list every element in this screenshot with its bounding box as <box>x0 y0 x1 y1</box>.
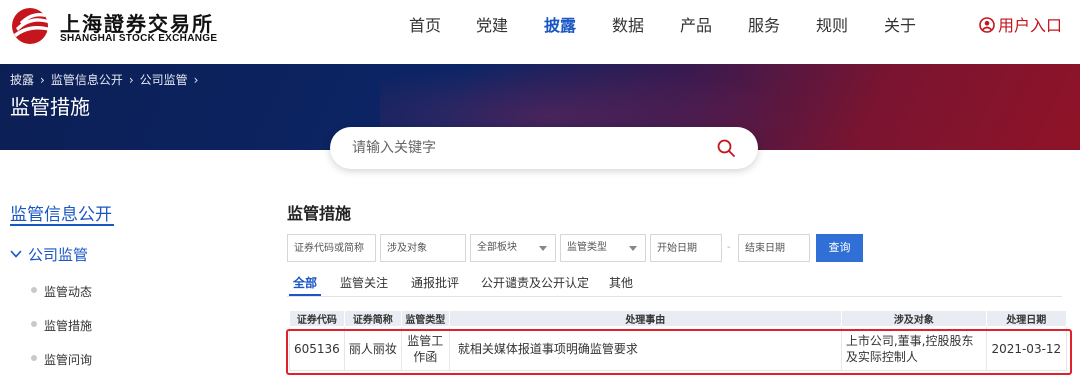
end-date-field[interactable]: - <box>727 234 810 262</box>
bullet-icon <box>31 355 37 361</box>
tab-regulatory-attention[interactable]: 监管关注 <box>340 274 388 291</box>
sidebar-item-regulatory-inquiries[interactable]: 监管问询 <box>44 351 92 368</box>
sidebar-group-label: 公司监管 <box>28 246 89 264</box>
date-range-separator: - <box>727 242 731 253</box>
start-date-field[interactable] <box>650 234 722 262</box>
tab-circulated-criticism[interactable]: 通报批评 <box>411 274 459 291</box>
site-header: 上海證券交易所 SHANGHAI STOCK EXCHANGE 首页 党建 披露… <box>0 0 1080 64</box>
cell-type: 监管工作函 <box>400 326 450 371</box>
cell-code: 605136 <box>289 326 345 371</box>
col-header-abbr: 证券简称 <box>343 310 402 327</box>
cell-reason[interactable]: 就相关媒体报道事项明确监管要求 <box>448 326 842 371</box>
col-header-date: 处理日期 <box>985 310 1067 327</box>
col-header-target: 涉及对象 <box>840 310 987 327</box>
chevron-down-icon <box>10 250 22 258</box>
query-button[interactable]: 查询 <box>816 234 863 262</box>
user-login-label: 用户入口 <box>998 16 1063 35</box>
section-title: 监管措施 <box>287 204 352 223</box>
end-date-input[interactable] <box>745 235 809 261</box>
breadcrumb-regulatory-info[interactable]: 监管信息公开 <box>51 71 123 88</box>
board-select[interactable]: 全部板块 <box>470 234 556 262</box>
tab-all[interactable]: 全部 <box>293 274 317 291</box>
breadcrumb: 披露 › 监管信息公开 › 公司监管 › <box>10 71 204 88</box>
target-input[interactable] <box>387 235 465 261</box>
page-title: 监管措施 <box>10 95 90 119</box>
user-login-link[interactable]: 用户入口 <box>979 12 1062 36</box>
nav-home[interactable]: 首页 <box>409 12 441 36</box>
col-header-reason: 处理事由 <box>448 310 842 327</box>
board-select-value: 全部板块 <box>477 242 517 253</box>
sidebar-item-regulatory-measures[interactable]: 监管措施 <box>44 317 92 334</box>
search-icon[interactable] <box>716 138 736 158</box>
cell-abbr: 丽人丽妆 <box>343 326 402 371</box>
nav-party[interactable]: 党建 <box>476 12 508 36</box>
user-circle-icon <box>979 17 995 33</box>
chevron-right-icon: › <box>40 73 45 87</box>
measures-table: 证券代码 证券简称 监管类型 处理事由 涉及对象 处理日期 605136 丽人丽… <box>289 310 1067 371</box>
nav-services[interactable]: 服务 <box>748 12 780 36</box>
start-date-input[interactable] <box>657 235 721 261</box>
type-select-value: 监管类型 <box>567 242 607 253</box>
sse-logo[interactable]: 上海證券交易所 SHANGHAI STOCK EXCHANGE <box>10 6 220 48</box>
logo-english-name: SHANGHAI STOCK EXCHANGE <box>60 33 218 44</box>
cell-date: 2021-03-12 <box>985 326 1067 371</box>
chevron-right-icon: › <box>193 73 199 87</box>
caret-down-icon <box>629 246 637 251</box>
cell-target: 上市公司,董事,控股股东及实际控制人 <box>840 326 987 371</box>
security-code-input[interactable] <box>294 235 375 261</box>
tabs-divider <box>287 296 1062 297</box>
nav-about[interactable]: 关于 <box>884 12 916 36</box>
security-code-field[interactable] <box>287 234 376 262</box>
tab-public-censure[interactable]: 公开谴责及公开认定 <box>481 274 589 291</box>
sidebar-title-underline <box>10 224 114 226</box>
caret-down-icon <box>539 246 547 251</box>
nav-products[interactable]: 产品 <box>680 12 712 36</box>
chevron-right-icon: › <box>128 73 134 87</box>
keyword-search-box <box>330 127 758 169</box>
sidebar-item-regulatory-news[interactable]: 监管动态 <box>44 283 92 300</box>
bullet-icon <box>31 321 37 327</box>
table-row[interactable]: 605136 丽人丽妆 监管工作函 就相关媒体报道事项明确监管要求 上市公司,董… <box>289 326 1067 371</box>
table-header-row: 证券代码 证券简称 监管类型 处理事由 涉及对象 处理日期 <box>289 310 1067 327</box>
keyword-search-input[interactable] <box>352 138 692 158</box>
col-header-code: 证券代码 <box>289 310 345 327</box>
breadcrumb-company-supervision[interactable]: 公司监管 <box>140 71 188 88</box>
col-header-type: 监管类型 <box>400 310 450 327</box>
tab-other[interactable]: 其他 <box>609 274 633 291</box>
sidebar-group-company-supervision[interactable]: 公司监管 <box>10 244 88 265</box>
sidebar-title[interactable]: 监管信息公开 <box>10 200 112 225</box>
bullet-icon <box>31 287 37 293</box>
nav-rules[interactable]: 规则 <box>816 12 848 36</box>
sse-emblem-icon <box>12 8 50 44</box>
nav-disclosure[interactable]: 披露 <box>544 12 576 36</box>
breadcrumb-disclosure[interactable]: 披露 <box>10 71 34 88</box>
nav-data[interactable]: 数据 <box>612 12 644 36</box>
target-field[interactable] <box>380 234 466 262</box>
type-select[interactable]: 监管类型 <box>560 234 646 262</box>
